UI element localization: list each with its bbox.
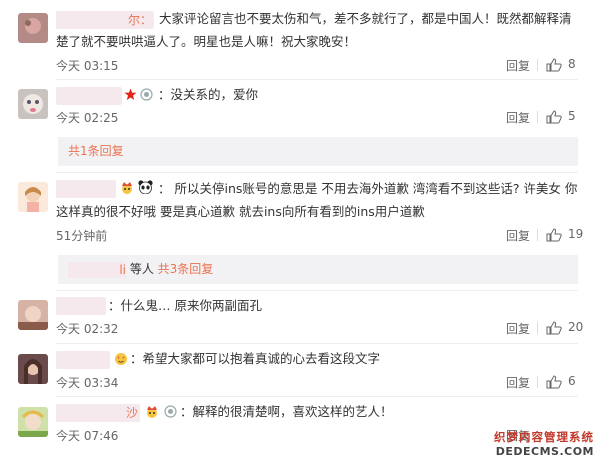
comment-text: ：没关系的，爱你 [158, 87, 259, 102]
sub-reply-others: 等人 [129, 262, 154, 276]
timestamp: 今天 03:15 [56, 59, 119, 73]
vip-badge-icon [140, 88, 153, 101]
avatar[interactable] [18, 300, 48, 330]
avatar[interactable] [18, 407, 48, 437]
comment-text: ： 所以关停ins账号的意思是 不用去海外道歉 湾湾看不到这些话? 许美女 你这… [56, 181, 578, 219]
comment-text: ：解释的很清楚啊，喜欢这样的艺人！ [180, 404, 393, 419]
separator [56, 172, 578, 173]
separator [56, 79, 578, 80]
divider [537, 229, 538, 241]
avatar[interactable] [18, 182, 48, 212]
comment-text: 大家评论留言也不要太伤和气，差不多就行了，都是中国人！既然都解释清楚了就不要哄哄… [56, 11, 572, 49]
timestamp: 今天 03:34 [56, 376, 119, 390]
thumb-up-icon [546, 375, 562, 389]
sub-replies-box: li 等人 共3条回复 [58, 255, 578, 284]
sub-replies-box: 共1条回复 [58, 137, 578, 166]
comment-text: ：什么鬼… 原来你两副面孔 [108, 298, 262, 313]
view-replies-link[interactable]: 共1条回复 [68, 144, 124, 158]
avatar[interactable] [18, 89, 48, 119]
username[interactable] [56, 297, 106, 315]
timestamp: 51分钟前 [56, 229, 108, 243]
reply-button[interactable]: 回复 [506, 227, 530, 244]
separator [56, 396, 578, 397]
username[interactable]: 沙 [56, 404, 140, 422]
avatar[interactable] [18, 354, 48, 384]
heart-eyes-icon [115, 353, 127, 365]
separator [56, 343, 578, 344]
like-count: 5 [568, 109, 576, 123]
username[interactable] [56, 351, 110, 369]
watermark-title: 织梦内容管理系统 [494, 430, 594, 444]
divider [537, 322, 538, 334]
thumb-up-icon [546, 58, 562, 72]
like-count: 20 [568, 320, 584, 334]
watermark: 织梦内容管理系统 DEDECMS.COM [494, 429, 594, 458]
timestamp: 今天 02:32 [56, 322, 119, 336]
thumb-up-icon [546, 321, 562, 335]
watermark-url: DEDECMS.COM [495, 445, 594, 458]
like-count: 8 [568, 57, 576, 71]
sub-reply-user[interactable]: li [68, 261, 126, 278]
separator [56, 290, 578, 291]
thumb-up-icon [546, 110, 562, 124]
divider [537, 111, 538, 123]
username[interactable] [56, 87, 122, 105]
like-count: 6 [568, 374, 576, 388]
timestamp: 今天 07:46 [56, 429, 119, 443]
view-replies-link[interactable]: 共3条回复 [158, 262, 214, 276]
crown-icon [147, 406, 157, 418]
comment-text: ：希望大家都可以抱着真诚的心去看这段文字 [130, 351, 381, 366]
reply-button[interactable]: 回复 [506, 374, 530, 391]
reply-button[interactable]: 回复 [506, 320, 530, 337]
thumb-up-icon [546, 228, 562, 242]
divider [537, 59, 538, 71]
vip-badge-icon [164, 405, 177, 418]
like-count: 19 [568, 227, 584, 241]
reply-button[interactable]: 回复 [506, 109, 530, 126]
avatar[interactable] [18, 13, 48, 43]
red-star-icon [124, 88, 137, 100]
divider [537, 376, 538, 388]
timestamp: 今天 02:25 [56, 111, 119, 125]
reply-button[interactable]: 回复 [506, 57, 530, 74]
